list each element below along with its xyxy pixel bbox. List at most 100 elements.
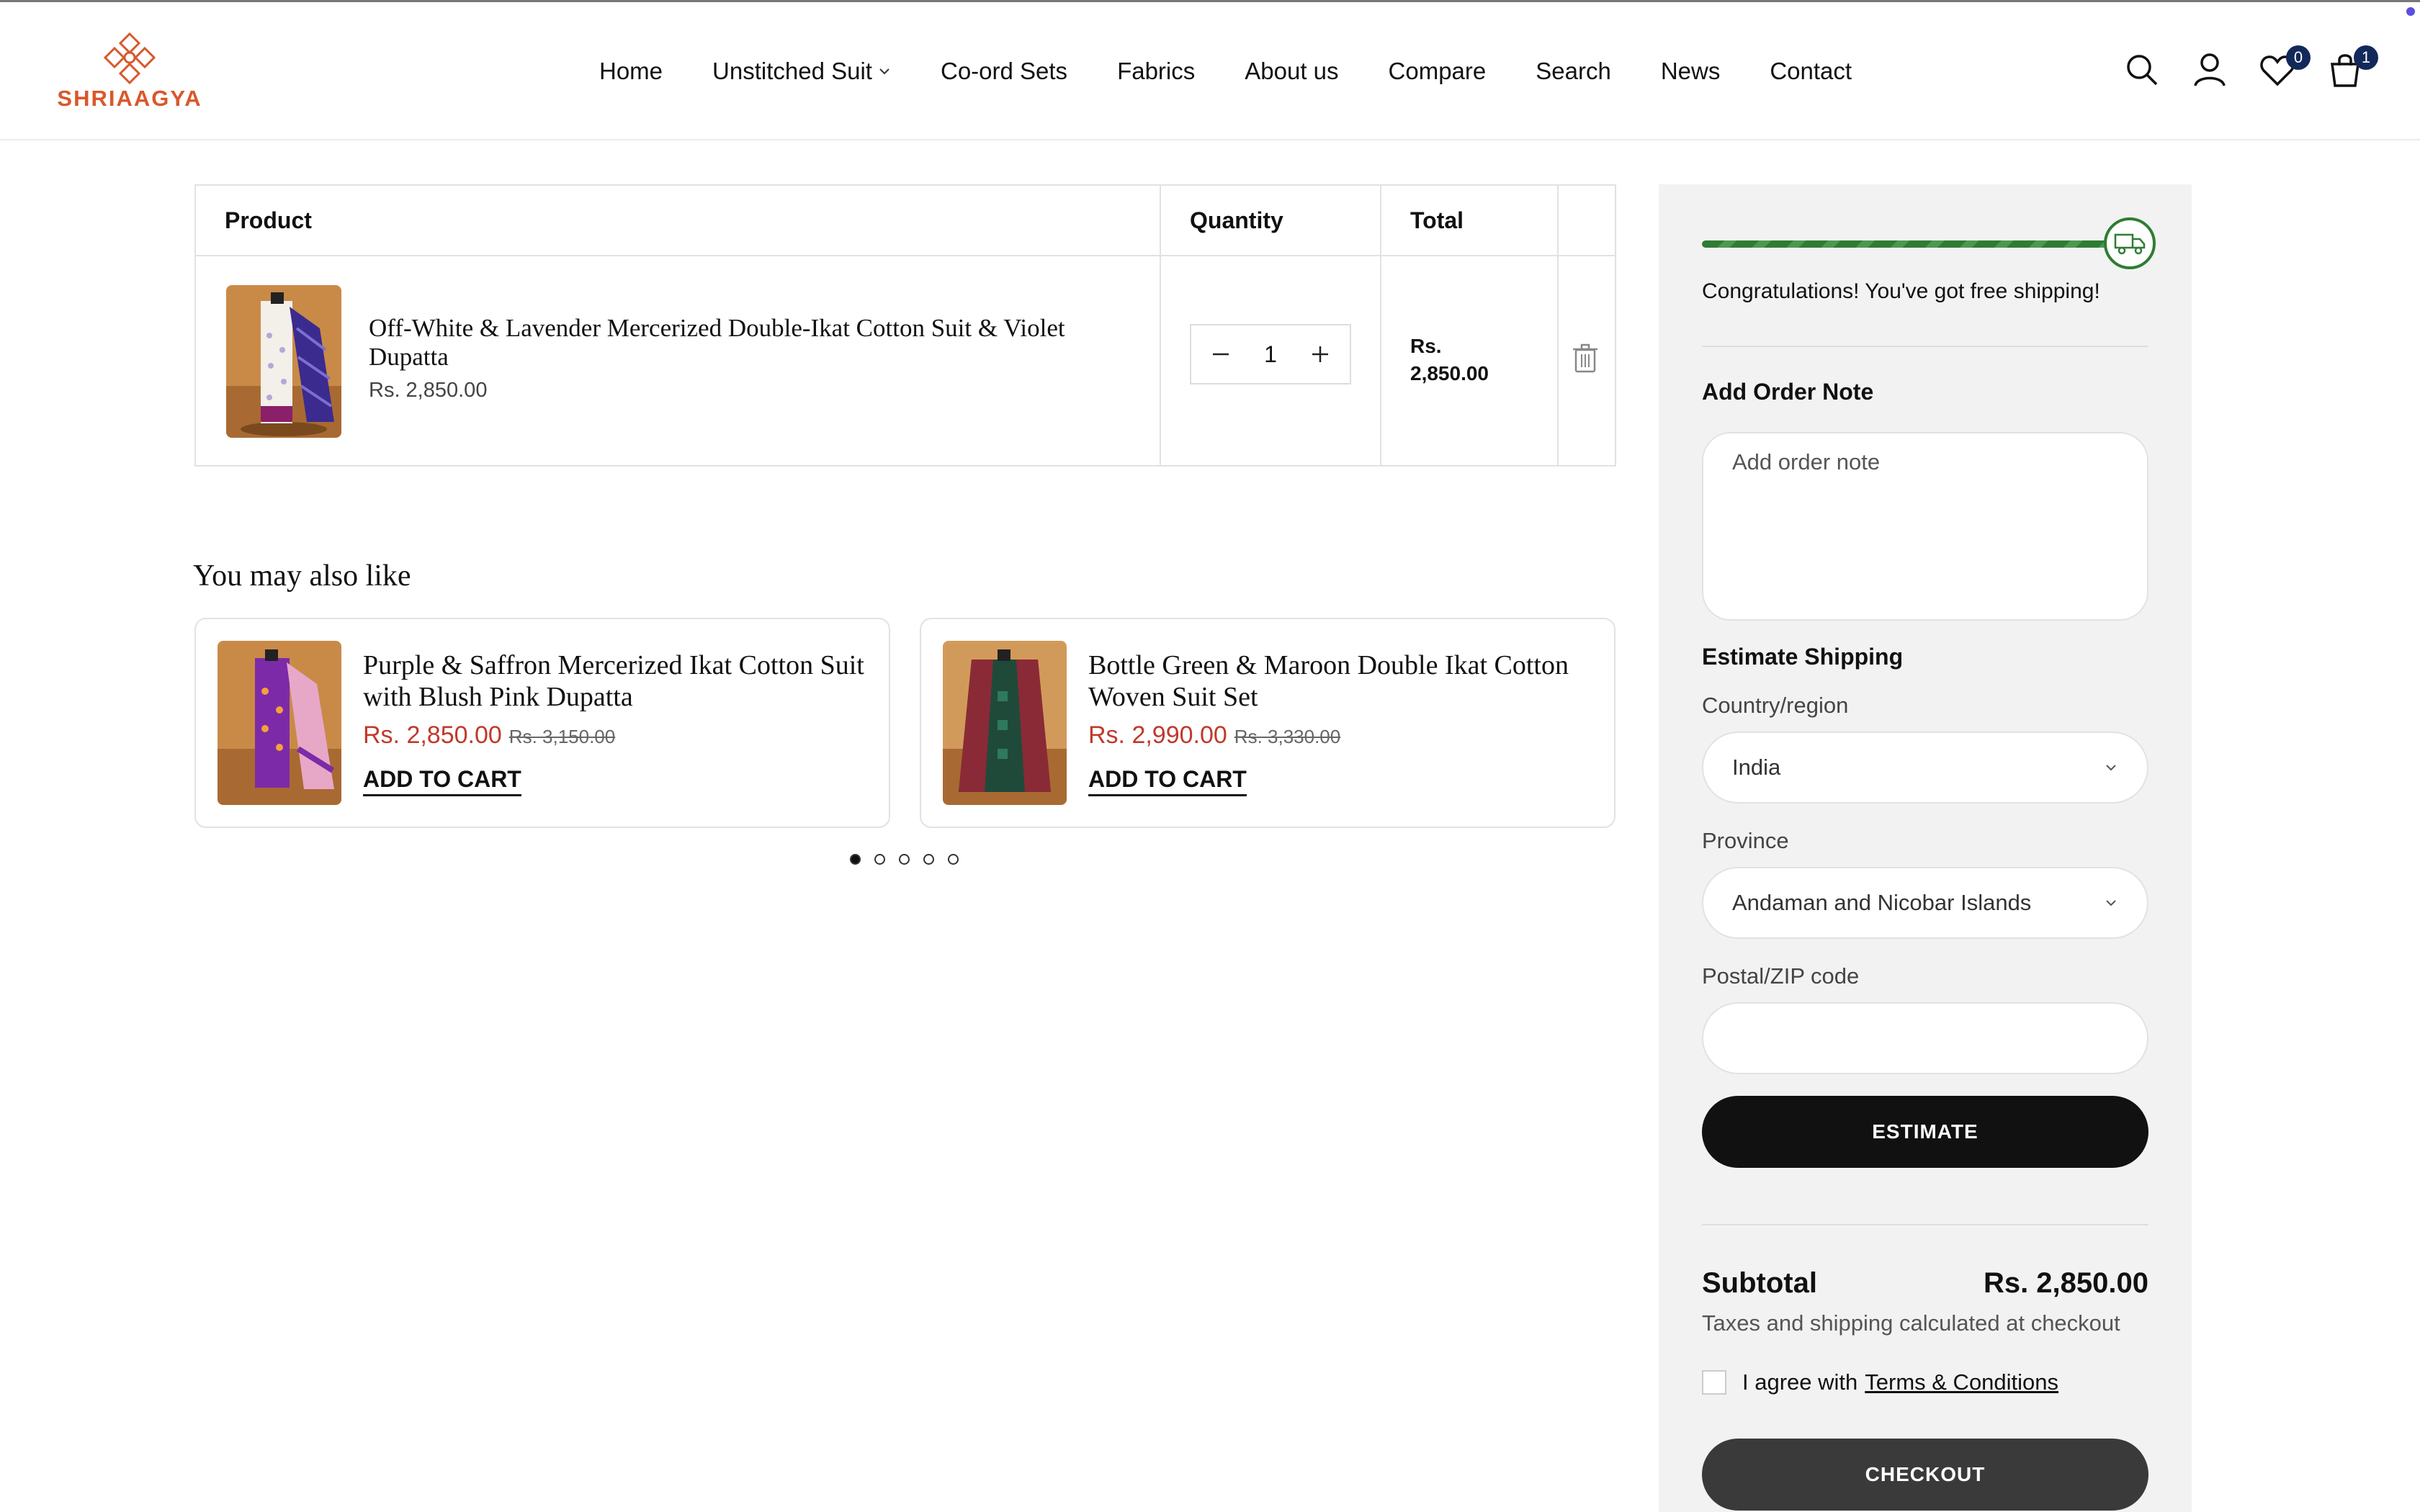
nav-contact[interactable]: Contact bbox=[1770, 58, 1852, 85]
minus-icon bbox=[1213, 353, 1229, 356]
column-divider bbox=[1160, 186, 1161, 465]
quantity-stepper: 1 bbox=[1190, 324, 1351, 384]
search-icon bbox=[2127, 55, 2158, 86]
nav-news[interactable]: News bbox=[1661, 58, 1721, 85]
lotus-logo-icon bbox=[103, 32, 156, 85]
nav-home[interactable]: Home bbox=[599, 58, 663, 85]
account-button[interactable] bbox=[2190, 50, 2233, 93]
chevron-down-icon bbox=[879, 68, 889, 75]
zip-label: Postal/ZIP code bbox=[1702, 963, 1860, 989]
main-nav: Home Unstitched Suit Co-ord Sets Fabrics… bbox=[599, 54, 1901, 89]
site-header: SHRIAAGYA Home Unstitched Suit Co-ord Se… bbox=[0, 2, 2420, 140]
column-header-quantity: Quantity bbox=[1190, 207, 1283, 233]
zip-input[interactable] bbox=[1702, 1002, 2148, 1074]
quantity-input[interactable]: 1 bbox=[1264, 341, 1277, 368]
recommendations-title: You may also like bbox=[193, 559, 411, 593]
recommendation-image[interactable] bbox=[943, 641, 1067, 805]
divider bbox=[1702, 1224, 2148, 1225]
free-shipping-progress-bar bbox=[1702, 240, 2120, 248]
taxes-note: Taxes and shipping calculated at checkou… bbox=[1702, 1310, 2120, 1336]
nav-coord-sets[interactable]: Co-ord Sets bbox=[941, 58, 1067, 85]
recommendation-price: Rs. 2,990.00 Rs. 3,330.00 bbox=[1088, 721, 1340, 750]
user-icon bbox=[2194, 53, 2226, 86]
estimate-shipping-title: Estimate Shipping bbox=[1702, 644, 1904, 670]
column-header-product: Product bbox=[225, 207, 312, 233]
carousel-dot[interactable] bbox=[923, 854, 934, 865]
province-select[interactable]: Andaman and Nicobar Islands bbox=[1702, 867, 2148, 939]
remove-item-button[interactable] bbox=[1572, 343, 1599, 373]
divider bbox=[1702, 346, 2148, 347]
purple-suit-product-image bbox=[218, 641, 341, 805]
country-label: Country/region bbox=[1702, 693, 1849, 718]
carousel-dot[interactable] bbox=[948, 854, 959, 865]
add-to-cart-button[interactable]: ADD TO CART bbox=[1088, 766, 1247, 796]
compare-price: Rs. 3,330.00 bbox=[1234, 726, 1341, 747]
truck-icon bbox=[2114, 233, 2146, 255]
province-label: Province bbox=[1702, 828, 1789, 853]
column-divider bbox=[1557, 186, 1559, 465]
cart-table-header bbox=[196, 186, 1615, 256]
recommendation-card: Bottle Green & Maroon Double Ikat Cotton… bbox=[920, 618, 1615, 828]
chevron-down-icon bbox=[2106, 765, 2116, 771]
terms-agreement: I agree with Terms & Conditions bbox=[1702, 1369, 2058, 1395]
sale-price: Rs. 2,990.00 bbox=[1088, 721, 1227, 749]
column-divider bbox=[1380, 186, 1381, 465]
country-select[interactable]: India bbox=[1702, 732, 2148, 804]
shipping-truck-badge bbox=[2104, 217, 2156, 269]
order-note-title: Add Order Note bbox=[1702, 379, 1874, 405]
sale-price: Rs. 2,850.00 bbox=[363, 721, 502, 749]
recommendation-name[interactable]: Bottle Green & Maroon Double Ikat Cotton… bbox=[1088, 649, 1592, 713]
recommendation-image[interactable] bbox=[218, 641, 341, 805]
carousel-dot[interactable] bbox=[899, 854, 910, 865]
nav-search[interactable]: Search bbox=[1536, 58, 1611, 85]
agree-text: I agree with bbox=[1742, 1369, 1858, 1395]
country-value: India bbox=[1732, 755, 1781, 780]
plus-icon bbox=[1312, 346, 1328, 362]
carousel-dot[interactable] bbox=[874, 854, 885, 865]
order-summary-panel: Congratulations! You've got free shippin… bbox=[1659, 184, 2192, 1512]
recommendation-price: Rs. 2,850.00 Rs. 3,150.00 bbox=[363, 721, 615, 750]
cart-item-total-amount: 2,850.00 bbox=[1410, 362, 1489, 384]
estimate-button[interactable]: ESTIMATE bbox=[1702, 1096, 2148, 1168]
cart-item-total-currency: Rs. bbox=[1410, 335, 1442, 357]
column-header-total: Total bbox=[1410, 207, 1464, 233]
brand-name: SHRIAAGYA bbox=[57, 86, 202, 111]
brand-logo[interactable]: SHRIAAGYA bbox=[50, 31, 209, 117]
nav-unstitched-suit[interactable]: Unstitched Suit bbox=[712, 58, 891, 85]
recommendation-name[interactable]: Purple & Saffron Mercerized Ikat Cotton … bbox=[363, 649, 867, 713]
cart-count-badge: 1 bbox=[2354, 45, 2378, 70]
cart-item-total: Rs. 2,850.00 bbox=[1410, 333, 1554, 387]
cart-table: Product Quantity Total Off-White & Laven… bbox=[194, 184, 1616, 467]
terms-link[interactable]: Terms & Conditions bbox=[1865, 1369, 2058, 1395]
nav-fabrics[interactable]: Fabrics bbox=[1117, 58, 1195, 85]
trash-icon bbox=[1573, 343, 1597, 373]
header-actions: 0 1 bbox=[2122, 45, 2393, 94]
add-to-cart-button[interactable]: ADD TO CART bbox=[363, 766, 521, 796]
compare-price: Rs. 3,150.00 bbox=[508, 726, 616, 747]
suit-product-image bbox=[226, 285, 341, 438]
nav-compare[interactable]: Compare bbox=[1389, 58, 1487, 85]
carousel-dot[interactable] bbox=[850, 854, 861, 865]
cart-item-name[interactable]: Off-White & Lavender Mercerized Double-I… bbox=[369, 314, 1089, 372]
wishlist-count-badge: 0 bbox=[2286, 45, 2311, 70]
checkout-button[interactable]: CHECKOUT bbox=[1702, 1439, 2148, 1511]
terms-checkbox[interactable] bbox=[1702, 1370, 1726, 1395]
subtotal-label: Subtotal bbox=[1702, 1267, 1817, 1299]
search-button[interactable] bbox=[2122, 50, 2165, 93]
province-value: Andaman and Nicobar Islands bbox=[1732, 890, 2032, 915]
nav-unstitched-suit-label: Unstitched Suit bbox=[712, 58, 872, 84]
subtotal-row: Subtotal Rs. 2,850.00 bbox=[1702, 1267, 2148, 1300]
wishlist-button[interactable]: 0 bbox=[2257, 45, 2311, 93]
subtotal-value: Rs. 2,850.00 bbox=[1983, 1267, 2148, 1299]
order-note-textarea[interactable]: Add order note bbox=[1702, 432, 2148, 621]
product-thumbnail[interactable] bbox=[226, 285, 341, 438]
recommendation-card: Purple & Saffron Mercerized Ikat Cotton … bbox=[194, 618, 890, 828]
carousel-pagination bbox=[850, 854, 972, 865]
green-suit-product-image bbox=[943, 641, 1067, 805]
nav-about-us[interactable]: About us bbox=[1245, 58, 1338, 85]
decrease-quantity-button[interactable] bbox=[1209, 342, 1233, 366]
cart-item-price: Rs. 2,850.00 bbox=[369, 379, 488, 402]
cart-button[interactable]: 1 bbox=[2325, 45, 2378, 93]
increase-quantity-button[interactable] bbox=[1308, 342, 1332, 366]
free-shipping-message: Congratulations! You've got free shippin… bbox=[1702, 279, 2100, 303]
